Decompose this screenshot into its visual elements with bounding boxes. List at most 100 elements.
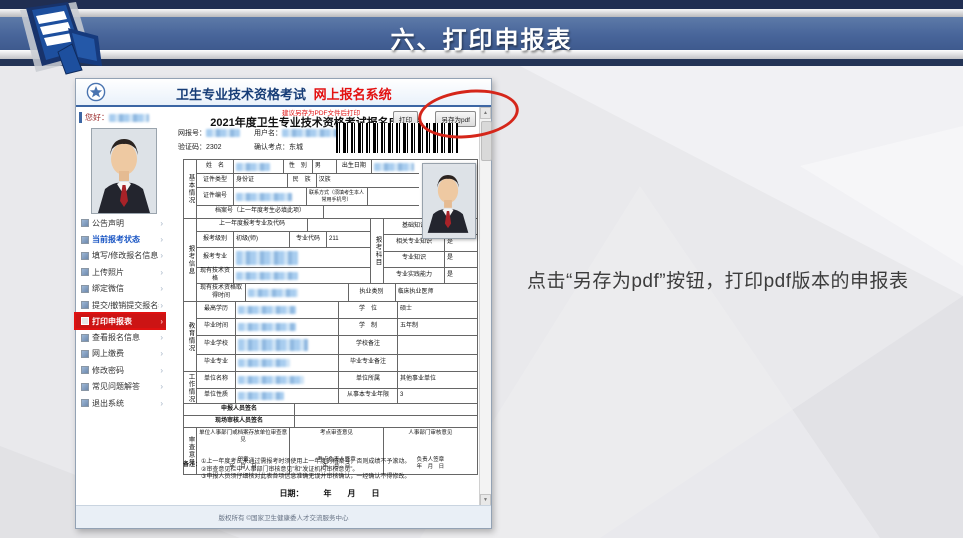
prev-major-value (308, 219, 370, 231)
scroll-up-icon[interactable]: ▲ (480, 107, 491, 119)
sidebar-menu-item[interactable]: 常见问题解答 › (76, 379, 166, 395)
menu-bullet-icon (81, 235, 89, 244)
sidebar-menu-item[interactable]: 绑定微信 › (76, 281, 166, 297)
scrollbar-thumb[interactable] (481, 121, 492, 161)
app-window: 卫生专业技术资格考试 网上报名系统 您好： 公告声明 › 当前报考状态 › 填写… (74, 78, 492, 529)
chevron-right-icon: › (160, 316, 163, 326)
app-title-main: 卫生专业技术资格考试 (176, 87, 307, 102)
subject-value: 是 (447, 255, 454, 262)
chevron-right-icon: › (160, 284, 163, 294)
redacted-current-qual (236, 271, 298, 280)
redacted-username (109, 113, 149, 122)
chevron-right-icon: › (160, 218, 163, 228)
app-footer: 版权所有 ©国家卫生健康委人才交流服务中心 (76, 505, 491, 528)
chevron-right-icon: › (160, 333, 163, 343)
section-signatures: 申报人员签名 现场审核人员签名 (184, 404, 477, 428)
id-type-label: 证件类型 (197, 174, 234, 187)
barcode (336, 123, 458, 153)
form-notes: 备注： ①上一年度考试未通过需报考时须使用上一年度的档案号，否则成绩不予滚动。 … (183, 459, 476, 482)
code-value: 2302 (206, 143, 222, 151)
menu-bullet-icon (81, 251, 89, 260)
menu-item-label: 上传照片 (92, 267, 124, 277)
menu-bullet-icon (81, 399, 89, 408)
sidebar-menu-item[interactable]: 网上缴费 › (76, 346, 166, 362)
menu-item-label: 查看报名信息 (92, 333, 140, 343)
sidebar-menu-item[interactable]: 填写/修改报名信息 › (76, 248, 166, 264)
subject-label: 专业知识 (384, 251, 445, 267)
grad-major-note-value (398, 355, 477, 371)
chevron-right-icon: › (160, 235, 163, 245)
note-line: ③申报人员须仔细核对此表各项信息准确无误并审核确认，一经确认不得修改。 (201, 474, 411, 480)
note-line: ②审查意见栏中“人事部门审核意见”和“发证机构审核意见”。 (201, 466, 359, 473)
chevron-right-icon: › (160, 382, 163, 392)
exam-major-label: 报考专业 (197, 248, 234, 267)
practice-type-label: 执业类别 (349, 284, 396, 301)
sidebar-menu: 公告声明 › 当前报考状态 › 填写/修改报名信息 › 上传照片 › 绑定微信 … (74, 215, 168, 411)
redacted-unit-nature (238, 392, 284, 400)
scrollbar[interactable]: ▲ ▼ (479, 107, 492, 506)
sidebar-menu-item[interactable]: 修改密码 › (76, 362, 166, 378)
org-seal-icon (86, 82, 106, 107)
practice-type-value: 临床执业医师 (397, 288, 434, 295)
form-photo-cell (419, 160, 477, 239)
menu-item-label: 提交/撤销提交报名表 (92, 300, 160, 310)
menu-item-label: 绑定微信 (92, 284, 124, 294)
sidebar: 您好： 公告声明 › 当前报考状态 › 填写/修改报名信息 › 上传照片 › 绑… (74, 107, 168, 506)
prev-major-label: 上一年度报考专业及代码 (197, 219, 308, 231)
chevron-right-icon: › (160, 398, 163, 408)
sidebar-menu-item[interactable]: 当前报考状态 › (76, 231, 166, 247)
contact-label: 联系方式（须填考生本人常用手机号） (307, 188, 368, 205)
menu-bullet-icon (81, 301, 89, 310)
sidebar-menu-item[interactable]: 公告声明 › (76, 215, 166, 231)
menu-item-label: 常见问题解答 (92, 382, 140, 392)
section-basic: 基本情况 姓 名 性 别 男 出生日期 证件类型 身份证 民 族 汉族 证件编号… (184, 160, 477, 239)
menu-bullet-icon (81, 333, 89, 342)
years-label: 从事本专业年限 (339, 389, 398, 403)
notes-label: 备注： (183, 462, 202, 468)
applicant-sign-label: 申报人员签名 (184, 404, 295, 415)
current-qual-label: 现有技术资格 (197, 268, 234, 283)
review-head: 人事部门审核意见 (408, 430, 453, 436)
chevron-right-icon: › (160, 349, 163, 359)
sidebar-menu-item[interactable]: 退出系统 › (76, 395, 166, 411)
degree-label: 学 位 (339, 302, 398, 318)
unit-type-value: 其他事业单位 (400, 376, 437, 383)
section-education: 教育情况 最高学历 学 位 硕士 毕业时间 学 制 五年制 毕业学校 学校备注 … (184, 302, 477, 372)
chevron-right-icon: › (160, 267, 163, 277)
menu-bullet-icon (81, 219, 89, 228)
sidebar-menu-item[interactable]: 打印申报表 › (74, 312, 168, 331)
menu-item-label: 公告声明 (92, 218, 124, 228)
degree-value: 硕士 (400, 306, 413, 313)
net-no-label: 网报号： (178, 130, 206, 137)
navy-band-bottom (0, 59, 963, 66)
redacted-unit-name (238, 376, 304, 384)
silver-band-top (0, 9, 963, 17)
top-accent-bar (0, 0, 963, 9)
app-title-sub: 网上报名系统 (313, 87, 392, 102)
sidebar-menu-item[interactable]: 提交/撤销提交报名表 › (76, 297, 166, 313)
chevron-right-icon: › (160, 251, 163, 261)
menu-bullet-icon (81, 284, 89, 293)
menu-item-label: 修改密码 (92, 365, 124, 375)
ethnic-value: 汉族 (318, 176, 331, 183)
contact-value (368, 188, 420, 205)
menu-item-label: 当前报考状态 (92, 235, 140, 245)
note-line: ①上一年度考试未通过需报考时须使用上一年度的档案号，否则成绩不予滚动。 (201, 459, 411, 465)
menu-item-label: 填写/修改报名信息 (92, 251, 159, 261)
id-type-value: 身份证 (234, 174, 288, 187)
redacted-name (236, 162, 270, 171)
sidebar-menu-item[interactable]: 上传照片 › (76, 264, 166, 280)
subject-label: 专业实践能力 (384, 267, 445, 283)
reviewer-sign-label: 现场审核人员签名 (184, 416, 295, 427)
unit-nature-label: 单位性质 (197, 389, 236, 403)
chevron-right-icon: › (160, 300, 163, 310)
redacted-highest-degree (238, 306, 296, 314)
date-line: 日期： 年 月 日 (279, 489, 380, 498)
greeting-accent (79, 112, 82, 123)
grad-time-label: 毕业时间 (197, 319, 236, 335)
school-note-label: 学校备注 (339, 336, 398, 354)
system-label: 学 制 (339, 319, 398, 335)
section-work: 工作情况 单位名称 单位所属 其他事业单位 单位性质 从事本专业年限 3 (184, 372, 477, 404)
review-head: 考点审查意见 (319, 430, 353, 436)
sidebar-menu-item[interactable]: 查看报名信息 › (76, 329, 166, 345)
